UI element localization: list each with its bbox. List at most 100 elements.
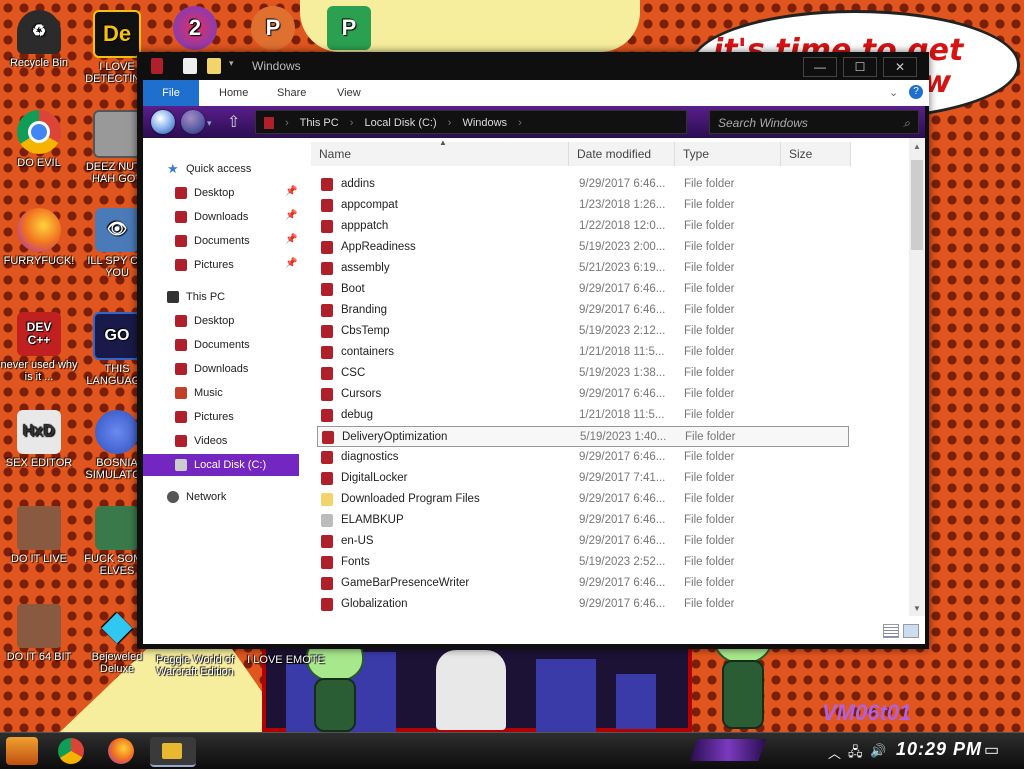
devcpp-shortcut[interactable]: DEV C++ never used why is it ... xyxy=(0,312,78,383)
file-row[interactable]: appcompat 1/23/2018 1:26... File folder xyxy=(317,195,849,216)
nav-quick-pictures[interactable]: Pictures xyxy=(175,254,234,276)
file-row[interactable]: Globalization 9/29/2017 6:46... File folde… xyxy=(317,594,849,615)
file-row[interactable]: ELAMBKUP 9/29/2017 6:46... File folder xyxy=(317,510,849,531)
file-name: assembly xyxy=(341,262,390,274)
tab-home[interactable]: Home xyxy=(219,80,248,106)
expand-ribbon-icon[interactable]: ⌄ xyxy=(889,80,898,106)
file-row[interactable]: Fonts 5/19/2023 2:52... File folder xyxy=(317,552,849,573)
file-row[interactable]: Boot 9/29/2017 6:46... File folder xyxy=(317,279,849,300)
column-header-type[interactable]: Type xyxy=(675,142,781,166)
hxd-shortcut[interactable]: HxD SEX EDITOR xyxy=(0,410,78,469)
nav-pc-documents[interactable]: Documents xyxy=(175,334,250,356)
search-input[interactable]: Search Windows ⌕ xyxy=(709,110,919,134)
scroll-up-icon[interactable]: ▲ xyxy=(913,142,921,151)
peggle-shortcut[interactable]: Peggle World of Warcraft Edition xyxy=(150,654,240,678)
large-icons-view-icon[interactable] xyxy=(903,624,919,638)
file-row[interactable]: Cursors 9/29/2017 6:46... File folder xyxy=(317,384,849,405)
file-row[interactable]: Downloaded Program Files 9/29/2017 6:46..… xyxy=(317,489,849,510)
search-placeholder: Search Windows xyxy=(718,116,808,130)
file-row[interactable]: CbsTemp 5/19/2023 2:12... File folder xyxy=(317,321,849,342)
nav-this-pc[interactable]: This PC xyxy=(167,286,225,308)
nav-pc-desktop[interactable]: Desktop xyxy=(175,310,234,332)
app-shortcut[interactable]: P xyxy=(234,6,312,53)
file-row[interactable]: DeliveryOptimization 5/19/2023 1:40... Fil… xyxy=(317,426,849,447)
customize-toolbar-icon[interactable]: ▾ xyxy=(229,58,237,74)
file-row[interactable]: en-US 9/29/2017 6:46... File folder xyxy=(317,531,849,552)
navigation-pane: ★ Quick access Desktop 📌 Downloads 📌 Docu… xyxy=(143,138,303,616)
new-folder-icon[interactable] xyxy=(207,58,221,74)
nav-quick-access[interactable]: ★ Quick access xyxy=(167,158,251,180)
start-button[interactable] xyxy=(6,737,38,765)
file-date: 9/29/2017 6:46... xyxy=(579,577,666,589)
scroll-down-icon[interactable]: ▼ xyxy=(913,604,921,613)
firefox-shortcut[interactable]: FURRYFUCK! xyxy=(0,208,78,267)
address-bar[interactable]: › This PC › Local Disk (C:) › Windows › xyxy=(255,110,687,134)
breadcrumb-this-pc[interactable]: This PC xyxy=(300,117,339,129)
project-shortcut[interactable]: P xyxy=(310,6,388,53)
folder-icon xyxy=(321,367,333,380)
file-row[interactable]: GameBarPresenceWriter 9/29/2017 6:46... Fi… xyxy=(317,573,849,594)
file-name: CbsTemp xyxy=(341,325,390,337)
taskbar-firefox-icon[interactable] xyxy=(108,738,134,764)
taskbar-explorer-button[interactable] xyxy=(150,737,196,767)
breadcrumb-windows[interactable]: Windows xyxy=(462,117,507,129)
file-row[interactable]: apppatch 1/22/2018 12:0... File folder xyxy=(317,216,849,237)
tab-view[interactable]: View xyxy=(337,80,361,106)
file-date: 9/29/2017 7:41... xyxy=(579,472,666,484)
scrollbar-thumb[interactable] xyxy=(911,160,923,250)
recent-locations-icon[interactable]: ▾ xyxy=(207,118,212,129)
tab-share[interactable]: Share xyxy=(277,80,306,106)
file-type: File folder xyxy=(684,220,735,232)
recycle-bin-shortcut[interactable]: ♻ Recycle Bin xyxy=(0,10,78,69)
folder-icon xyxy=(321,304,333,317)
vertical-scrollbar[interactable]: ▲ ▼ xyxy=(909,138,925,616)
action-center-icon[interactable]: ▭ xyxy=(984,740,999,760)
show-hidden-icons-icon[interactable]: ︿ xyxy=(828,743,841,762)
network-tray-icon[interactable]: 🖧 xyxy=(848,743,863,765)
videos-folder-icon xyxy=(175,435,187,448)
file-explorer-window[interactable]: ▾ Windows — ☐ ✕ File Home Share View ⌄ ?… xyxy=(137,52,929,649)
taskbar-chrome-icon[interactable] xyxy=(58,738,84,764)
minimize-button[interactable]: — xyxy=(803,57,837,77)
close-button[interactable]: ✕ xyxy=(883,57,917,77)
nav-quick-documents[interactable]: Documents xyxy=(175,230,250,252)
properties-icon[interactable] xyxy=(183,58,197,74)
app-shortcut[interactable]: 2 xyxy=(156,6,234,53)
nav-pc-videos[interactable]: Videos xyxy=(175,430,227,452)
tab-file[interactable]: File xyxy=(143,80,199,106)
maximize-button[interactable]: ☐ xyxy=(843,57,877,77)
folder-icon xyxy=(321,178,333,191)
back-button[interactable] xyxy=(151,110,175,134)
file-row[interactable]: diagnostics 9/29/2017 6:46... File folder xyxy=(317,447,849,468)
file-row[interactable]: Branding 9/29/2017 6:46... File folder xyxy=(317,300,849,321)
file-row[interactable]: DigitalLocker 9/29/2017 7:41... File folde… xyxy=(317,468,849,489)
column-header-date[interactable]: Date modified xyxy=(569,142,675,166)
nav-local-disk[interactable]: Local Disk (C:) xyxy=(143,454,299,476)
file-row[interactable]: assembly 5/21/2023 6:19... File folder xyxy=(317,258,849,279)
folder-icon xyxy=(321,577,333,590)
nav-pc-downloads[interactable]: Downloads xyxy=(175,358,248,380)
volume-icon[interactable]: 🔊 xyxy=(870,743,886,759)
nav-network[interactable]: Network xyxy=(167,486,226,508)
details-view-icon[interactable] xyxy=(883,624,899,638)
file-row[interactable]: AppReadiness 5/19/2023 2:00... File folder xyxy=(317,237,849,258)
file-row[interactable]: containers 1/21/2018 11:5... File folder xyxy=(317,342,849,363)
column-header-size[interactable]: Size xyxy=(781,142,851,166)
breadcrumb-local-disk[interactable]: Local Disk (C:) xyxy=(365,117,437,129)
doit64-shortcut[interactable]: DO IT 64 BIT xyxy=(0,604,78,663)
file-row[interactable]: debug 1/21/2018 11:5... File folder xyxy=(317,405,849,426)
emote-shortcut[interactable]: I LOVE EMOTE xyxy=(236,654,336,666)
nav-pc-music[interactable]: Music xyxy=(175,382,223,404)
file-row[interactable]: CSC 5/19/2023 1:38... File folder xyxy=(317,363,849,384)
chrome-shortcut[interactable]: DO EVIL xyxy=(0,110,78,169)
taskbar-clock[interactable]: 10:29 PM xyxy=(896,739,982,760)
file-row[interactable]: addins 9/29/2017 6:46... File folder xyxy=(317,174,849,195)
doitlive-shortcut[interactable]: DO IT LIVE xyxy=(0,506,78,565)
nav-quick-desktop[interactable]: Desktop xyxy=(175,182,234,204)
help-icon[interactable]: ? xyxy=(909,85,923,99)
forward-button[interactable] xyxy=(181,110,205,134)
title-bar[interactable]: ▾ Windows — ☐ ✕ xyxy=(137,52,929,80)
nav-quick-downloads[interactable]: Downloads xyxy=(175,206,248,228)
up-arrow-icon[interactable]: ⇧ xyxy=(227,112,240,132)
nav-pc-pictures[interactable]: Pictures xyxy=(175,406,234,428)
